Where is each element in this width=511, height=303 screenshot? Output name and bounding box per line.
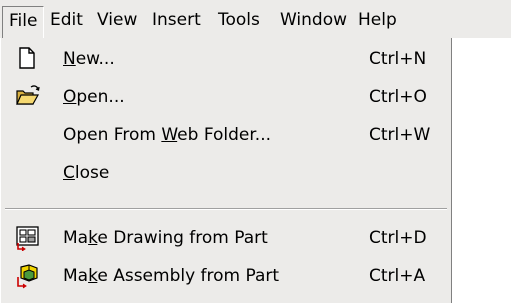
menu-file[interactable]: File xyxy=(2,6,45,40)
menu-item-make-drawing-label: Make Drawing from Part xyxy=(63,228,268,248)
make-assembly-icon xyxy=(15,263,39,289)
menu-insert[interactable]: Insert xyxy=(146,6,207,34)
menu-item-open-from-web-folder-shortcut: Ctrl+W xyxy=(369,125,431,145)
menu-help[interactable]: Help xyxy=(352,6,403,34)
menu-item-close-label: Close xyxy=(63,163,110,183)
menu-item-open-from-web-folder[interactable]: Open From Web Folder... Ctrl+W xyxy=(1,116,449,154)
menu-item-make-assembly-label: Make Assembly from Part xyxy=(63,266,280,286)
menu-item-open-from-web-folder-label: Open From Web Folder... xyxy=(63,125,272,145)
file-menu-dropdown: New... Ctrl+N Open... Ctrl+O Open From W… xyxy=(0,38,452,303)
menu-item-open-shortcut: Ctrl+O xyxy=(369,87,427,107)
menu-item-make-assembly-shortcut: Ctrl+A xyxy=(369,266,426,286)
open-folder-icon xyxy=(15,84,40,108)
menu-item-make-drawing-from-part[interactable]: Make Drawing from Part Ctrl+D xyxy=(1,219,449,257)
menu-window[interactable]: Window xyxy=(274,6,353,34)
menu-item-new-label: New... xyxy=(63,49,115,69)
menu-tools[interactable]: Tools xyxy=(212,6,266,34)
menu-item-open-label: Open... xyxy=(63,87,125,107)
menu-item-new[interactable]: New... Ctrl+N xyxy=(1,40,449,78)
make-drawing-icon xyxy=(15,225,39,252)
menu-view[interactable]: View xyxy=(91,6,143,34)
menu-separator xyxy=(5,208,447,210)
application-window: File Edit View Insert Tools Window Help … xyxy=(0,0,511,303)
menu-item-make-assembly-from-part[interactable]: Make Assembly from Part Ctrl+A xyxy=(1,257,449,295)
menu-item-close[interactable]: Close xyxy=(1,154,449,192)
menu-item-make-drawing-shortcut: Ctrl+D xyxy=(369,228,427,248)
menu-item-open[interactable]: Open... Ctrl+O xyxy=(1,78,449,116)
menu-edit[interactable]: Edit xyxy=(44,6,89,34)
menu-bar: File Edit View Insert Tools Window Help xyxy=(0,0,511,40)
menu-item-new-shortcut: Ctrl+N xyxy=(369,49,427,69)
new-document-icon xyxy=(15,46,39,70)
